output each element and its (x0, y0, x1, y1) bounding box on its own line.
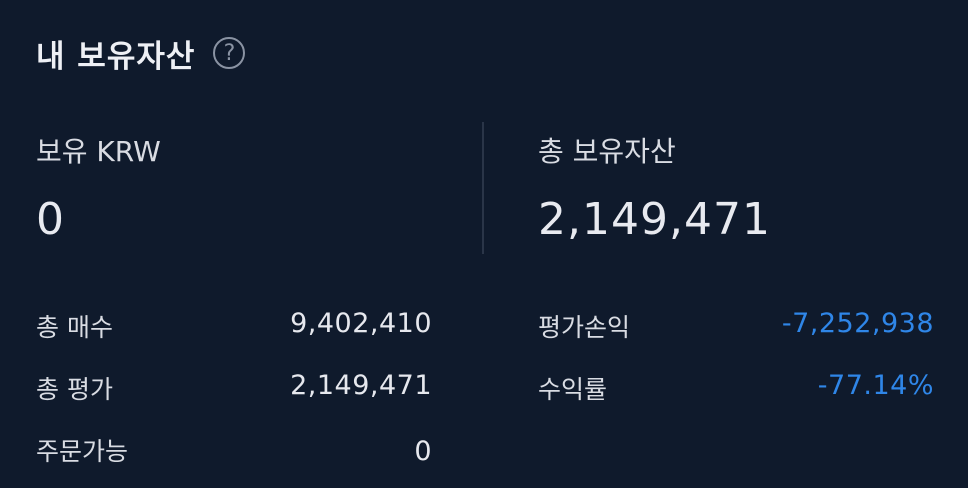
total-buy-value: 9,402,410 (290, 308, 432, 339)
eval-profit-loss-value: -7,252,938 (781, 308, 934, 339)
total-eval-label: 총 평가 (36, 375, 113, 404)
return-rate-value: -77.14% (817, 370, 934, 401)
page-title: 내 보유자산 (36, 38, 196, 75)
eval-profit-loss-label: 평가손익 (538, 313, 631, 342)
help-question-icon[interactable]: ? (213, 37, 246, 69)
page-header: 내 보유자산 ? (36, 28, 246, 78)
total-assets-label: 총 보유자산 (538, 135, 676, 168)
krw-label: 보유 KRW (36, 135, 161, 168)
total-assets-value: 2,149,471 (538, 194, 771, 245)
available-order-label: 주문가능 (36, 437, 129, 466)
available-order-value: 0 (414, 436, 432, 467)
total-eval-value: 2,149,471 (290, 370, 432, 401)
total-buy-label: 총 매수 (36, 313, 113, 342)
return-rate-label: 수익률 (538, 375, 608, 404)
column-divider (482, 122, 484, 254)
krw-value: 0 (36, 194, 65, 245)
